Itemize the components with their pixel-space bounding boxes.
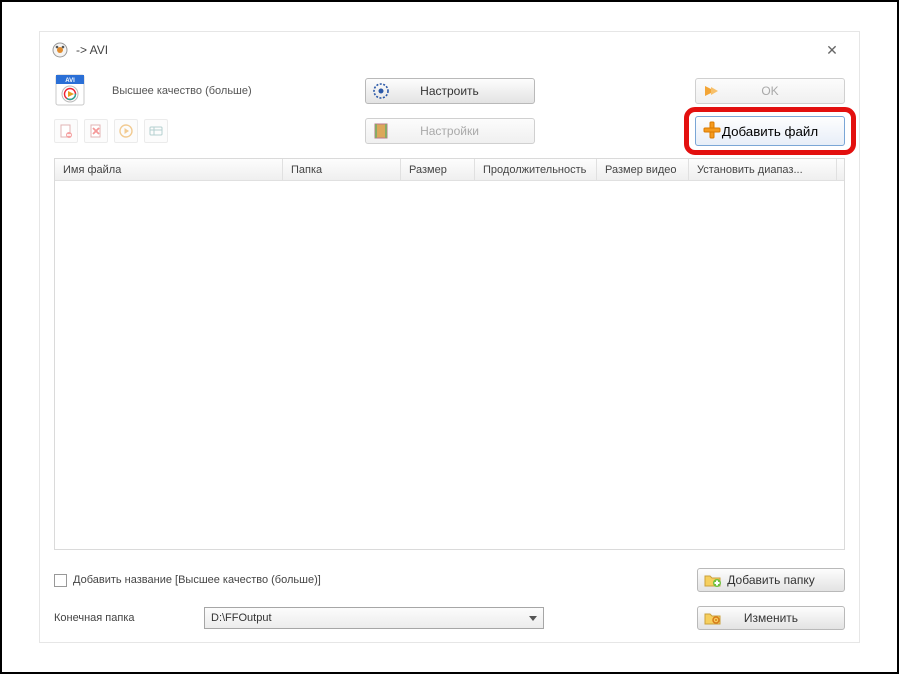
quality-label: Высшее качество (больше) — [112, 85, 252, 97]
add-name-checkbox[interactable] — [54, 574, 67, 587]
close-button[interactable]: ✕ — [817, 42, 847, 59]
table-body — [55, 181, 844, 549]
dest-folder-value: D:\FFOutput — [211, 612, 272, 624]
dest-folder-combo[interactable]: D:\FFOutput — [204, 607, 544, 629]
arrow-right-icon — [702, 82, 720, 100]
table-column-header[interactable]: Установить диапаз... — [689, 159, 837, 180]
svg-text:AVI: AVI — [65, 78, 75, 84]
info-icon[interactable] — [144, 119, 168, 143]
dest-folder-label: Конечная папка — [54, 612, 204, 624]
table-column-header[interactable]: Папка — [283, 159, 401, 180]
app-icon — [52, 42, 68, 58]
configure-button[interactable]: Настроить — [365, 78, 535, 104]
change-folder-label: Изменить — [744, 611, 798, 625]
add-name-label: Добавить название [Высшее качество (боль… — [73, 574, 321, 586]
plus-icon — [702, 120, 722, 143]
format-avi-icon: AVI — [54, 74, 88, 108]
ok-label: OK — [761, 84, 778, 98]
add-file-label: Добавить файл — [722, 124, 818, 139]
configure-label: Настроить — [420, 84, 479, 98]
add-folder-button[interactable]: Добавить папку — [697, 568, 845, 592]
settings-button[interactable]: Настройки — [365, 118, 535, 144]
titlebar: -> AVI ✕ — [40, 32, 859, 68]
play-icon[interactable] — [114, 119, 138, 143]
settings-label: Настройки — [420, 124, 479, 138]
change-folder-button[interactable]: Изменить — [697, 606, 845, 630]
ok-button[interactable]: OK — [695, 78, 845, 104]
toolbar-small-icons — [54, 119, 168, 143]
file-table: Имя файлаПапкаРазмерПродолжительностьРаз… — [54, 158, 845, 550]
table-column-header[interactable]: Имя файла — [55, 159, 283, 180]
folder-gear-icon — [704, 609, 722, 627]
add-file-button[interactable]: Добавить файл — [695, 116, 845, 146]
delete-item-icon[interactable] — [84, 119, 108, 143]
gear-icon — [372, 82, 390, 100]
window-title: -> AVI — [76, 43, 817, 57]
folder-plus-icon — [704, 571, 722, 589]
table-column-header[interactable]: Продолжительность — [475, 159, 597, 180]
film-icon — [372, 122, 390, 140]
table-column-header[interactable]: Размер — [401, 159, 475, 180]
remove-item-icon[interactable] — [54, 119, 78, 143]
add-folder-label: Добавить папку — [727, 573, 814, 587]
table-column-header[interactable]: Размер видео — [597, 159, 689, 180]
table-header: Имя файлаПапкаРазмерПродолжительностьРаз… — [55, 159, 844, 181]
